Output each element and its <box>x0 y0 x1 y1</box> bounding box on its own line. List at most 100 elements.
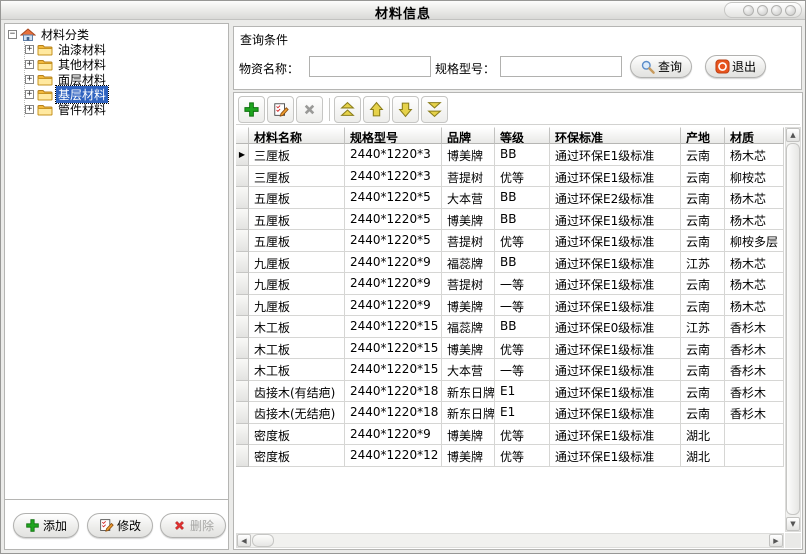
tree-item[interactable]: + 其他材料 <box>25 57 225 72</box>
expand-icon[interactable]: + <box>25 60 34 69</box>
column-header-brand[interactable]: 品牌 <box>442 127 495 144</box>
search-button-label: 查询 <box>658 58 682 75</box>
row-selector[interactable] <box>236 316 249 338</box>
row-selector[interactable] <box>236 402 249 424</box>
row-selector[interactable] <box>236 230 249 252</box>
window-controls <box>724 2 802 18</box>
cell-brand: 福蕊牌 <box>442 252 495 274</box>
toolbar-delete-button[interactable] <box>296 96 323 123</box>
cell-material-name: 木工板 <box>249 338 345 360</box>
cell-material: 柳桉芯 <box>725 166 784 188</box>
table-row[interactable]: 木工板2440*1220*15福蕊牌BB通过环保E0级标准江苏香杉木 <box>236 316 784 338</box>
cell-material-name: 木工板 <box>249 359 345 381</box>
collapse-icon[interactable]: − <box>8 30 17 39</box>
toolbar-edit-button[interactable] <box>267 96 294 123</box>
cell-origin: 云南 <box>681 273 725 295</box>
window-button-icon[interactable] <box>743 5 754 16</box>
cell-grade: 一等 <box>495 295 550 317</box>
row-selector[interactable] <box>236 381 249 403</box>
row-selector[interactable] <box>236 209 249 231</box>
table-row[interactable]: ▶三厘板2440*1220*3博美牌BB通过环保E1级标准云南杨木芯 <box>236 144 784 166</box>
tree-item[interactable]: + 基层材料 <box>25 87 225 102</box>
table-row[interactable]: 齿接木(无结疤)2440*1220*18新东日牌E1通过环保E1级标准云南香杉木 <box>236 402 784 424</box>
row-selector[interactable] <box>236 252 249 274</box>
horizontal-scroll-thumb[interactable] <box>252 534 274 547</box>
material-name-input[interactable] <box>309 56 431 77</box>
table-row[interactable]: 五厘板2440*1220*5大本营BB通过环保E2级标准云南杨木芯 <box>236 187 784 209</box>
column-header-grade[interactable]: 等级 <box>495 127 550 144</box>
cell-material-name: 齿接木(有结疤) <box>249 381 345 403</box>
table-row[interactable]: 九厘板2440*1220*9博美牌一等通过环保E1级标准云南杨木芯 <box>236 295 784 317</box>
tree-item[interactable]: + 油漆材料 <box>25 42 225 57</box>
scroll-up-icon[interactable]: ▲ <box>786 128 800 142</box>
column-header-origin[interactable]: 产地 <box>681 127 725 144</box>
row-selector[interactable] <box>236 424 249 446</box>
cell-brand: 大本营 <box>442 359 495 381</box>
row-selector[interactable] <box>236 166 249 188</box>
table-row[interactable]: 三厘板2440*1220*3菩提树优等通过环保E1级标准云南柳桉芯 <box>236 166 784 188</box>
table-row[interactable]: 密度板2440*1220*9博美牌优等通过环保E1级标准湖北 <box>236 424 784 446</box>
table-row[interactable]: 密度板2440*1220*12博美牌优等通过环保E1级标准湖北 <box>236 445 784 467</box>
table-row[interactable]: 九厘板2440*1220*9菩提树一等通过环保E1级标准云南杨木芯 <box>236 273 784 295</box>
cell-material: 杨木芯 <box>725 295 784 317</box>
column-header-spec-model[interactable]: 规格型号 <box>345 127 442 144</box>
exit-button[interactable]: 退出 <box>705 55 766 78</box>
scroll-down-icon[interactable]: ▼ <box>786 517 800 531</box>
table-row[interactable]: 九厘板2440*1220*9福蕊牌BB通过环保E1级标准江苏杨木芯 <box>236 252 784 274</box>
move-last-button[interactable] <box>421 96 448 123</box>
cell-grade: BB <box>495 209 550 231</box>
move-up-button[interactable] <box>363 96 390 123</box>
tree-root[interactable]: − 材料分类 <box>8 27 225 42</box>
row-selector[interactable] <box>236 338 249 360</box>
table-row[interactable]: 齿接木(有结疤)2440*1220*18新东日牌E1通过环保E1级标准云南香杉木 <box>236 381 784 403</box>
cell-material: 杨木芯 <box>725 187 784 209</box>
cell-brand: 博美牌 <box>442 445 495 467</box>
column-header-material[interactable]: 材质 <box>725 127 784 144</box>
table-row[interactable]: 木工板2440*1220*15大本营一等通过环保E1级标准云南香杉木 <box>236 359 784 381</box>
edit-button-label: 修改 <box>117 517 141 534</box>
table-row[interactable]: 木工板2440*1220*15博美牌优等通过环保E1级标准云南香杉木 <box>236 338 784 360</box>
window-button-icon[interactable] <box>771 5 782 16</box>
vertical-scrollbar[interactable]: ▲ ▼ <box>785 127 801 532</box>
cell-env-standard: 通过环保E1级标准 <box>550 424 681 446</box>
expand-icon[interactable]: + <box>25 105 34 114</box>
cell-spec-model: 2440*1220*12 <box>345 445 442 467</box>
window-title: 材料信息 <box>1 3 805 22</box>
row-selector[interactable]: ▶ <box>236 144 249 166</box>
scroll-left-icon[interactable]: ◀ <box>237 534 251 547</box>
column-header-material-name[interactable]: 材料名称 <box>249 127 345 144</box>
cell-grade: 一等 <box>495 273 550 295</box>
cell-spec-model: 2440*1220*15 <box>345 359 442 381</box>
horizontal-scrollbar[interactable]: ◀ ▶ <box>236 533 784 548</box>
move-first-button[interactable] <box>334 96 361 123</box>
expand-icon[interactable]: + <box>25 75 34 84</box>
move-down-button[interactable] <box>392 96 419 123</box>
row-selector[interactable] <box>236 295 249 317</box>
tree-item[interactable]: + 面层材料 <box>25 72 225 87</box>
toolbar-add-button[interactable] <box>238 96 265 123</box>
add-button[interactable]: 添加 <box>13 513 79 538</box>
row-selector[interactable] <box>236 359 249 381</box>
table-row[interactable]: 五厘板2440*1220*5菩提树优等通过环保E1级标准云南柳桉多层 <box>236 230 784 252</box>
window-button-icon[interactable] <box>757 5 768 16</box>
table-row[interactable]: 五厘板2440*1220*5博美牌BB通过环保E1级标准云南杨木芯 <box>236 209 784 231</box>
row-selector[interactable] <box>236 445 249 467</box>
cell-material-name: 九厘板 <box>249 252 345 274</box>
column-header-env-standard[interactable]: 环保标准 <box>550 127 681 144</box>
row-selector[interactable] <box>236 187 249 209</box>
category-tree-panel: − 材料分类 + 油漆材料 + <box>4 23 229 550</box>
tree-item[interactable]: + 管件材料 <box>25 102 225 117</box>
cell-spec-model: 2440*1220*15 <box>345 316 442 338</box>
material-table: 材料名称规格型号品牌等级环保标准产地材质 ▶三厘板2440*1220*3博美牌B… <box>236 127 784 532</box>
spec-model-input[interactable] <box>500 56 622 77</box>
scroll-right-icon[interactable]: ▶ <box>769 534 783 547</box>
expand-icon[interactable]: + <box>25 90 34 99</box>
vertical-scroll-thumb[interactable] <box>786 143 800 515</box>
window-button-icon[interactable] <box>785 5 796 16</box>
cell-spec-model: 2440*1220*9 <box>345 424 442 446</box>
edit-button[interactable]: 修改 <box>87 513 153 538</box>
expand-icon[interactable]: + <box>25 45 34 54</box>
delete-button[interactable]: 删除 <box>160 513 226 538</box>
search-button[interactable]: 查询 <box>630 55 692 78</box>
row-selector[interactable] <box>236 273 249 295</box>
